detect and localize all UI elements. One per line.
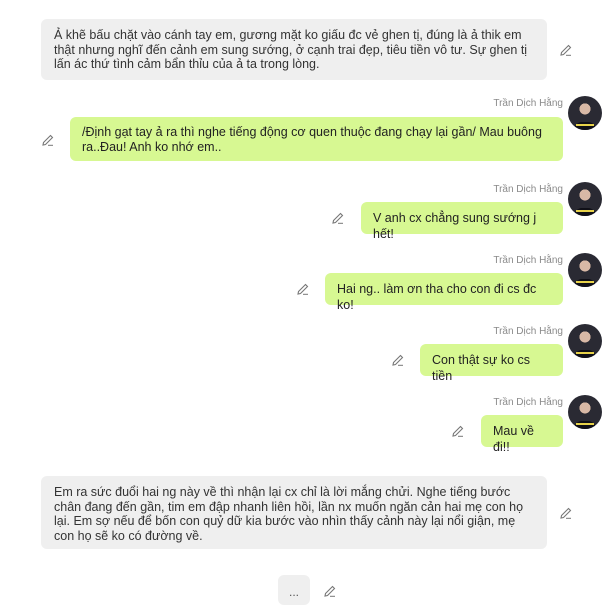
pencil-icon[interactable] <box>559 43 573 57</box>
user-avatar[interactable] <box>568 253 602 287</box>
user-avatar[interactable] <box>568 395 602 429</box>
pencil-icon[interactable] <box>559 506 573 520</box>
pencil-icon[interactable] <box>323 584 337 598</box>
message-text: /Định gạt tay ả ra thì nghe tiếng động c… <box>82 125 542 154</box>
pencil-icon[interactable] <box>391 353 405 367</box>
user-avatar[interactable] <box>568 182 602 216</box>
user-avatar[interactable] <box>568 324 602 358</box>
sender-name: Trần Dịch Hằng <box>493 184 563 195</box>
message-text: Em ra sức đuổi hai ng này về thì nhận lạ… <box>54 485 524 543</box>
message-text: Mau về đi!! <box>493 424 534 454</box>
message-bubble-right: /Định gạt tay ả ra thì nghe tiếng động c… <box>70 117 563 161</box>
user-avatar[interactable] <box>568 96 602 130</box>
message-text: Hai ng.. làm ơn tha cho con đi cs đc ko! <box>337 282 537 312</box>
pencil-icon[interactable] <box>451 424 465 438</box>
message-bubble-right: Hai ng.. làm ơn tha cho con đi cs đc ko! <box>325 273 563 312</box>
message-bubble-right: V anh cx chẳng sung sướng j hết! <box>361 202 563 241</box>
sender-name: Trần Dịch Hằng <box>493 98 563 109</box>
message-bubble-right: Con thật sự ko cs tiền <box>420 344 563 383</box>
typing-indicator: ... <box>278 575 310 605</box>
sender-name: Trần Dịch Hằng <box>493 397 563 408</box>
message-text: V anh cx chẳng sung sướng j hết! <box>373 211 537 241</box>
message-text: Ả khẽ bấu chặt vào cánh tay em, gương mặ… <box>54 28 528 71</box>
message-bubble-left: Ả khẽ bấu chặt vào cánh tay em, gương mặ… <box>41 19 547 80</box>
sender-name: Trần Dịch Hằng <box>493 255 563 266</box>
pencil-icon[interactable] <box>331 211 345 225</box>
sender-name: Trần Dịch Hằng <box>493 326 563 337</box>
message-bubble-right: Mau về đi!! <box>481 415 563 454</box>
pencil-icon[interactable] <box>41 133 55 147</box>
message-bubble-left: Em ra sức đuổi hai ng này về thì nhận lạ… <box>41 476 547 549</box>
message-text: Con thật sự ko cs tiền <box>432 353 530 383</box>
pencil-icon[interactable] <box>296 282 310 296</box>
typing-dots: ... <box>288 585 299 599</box>
